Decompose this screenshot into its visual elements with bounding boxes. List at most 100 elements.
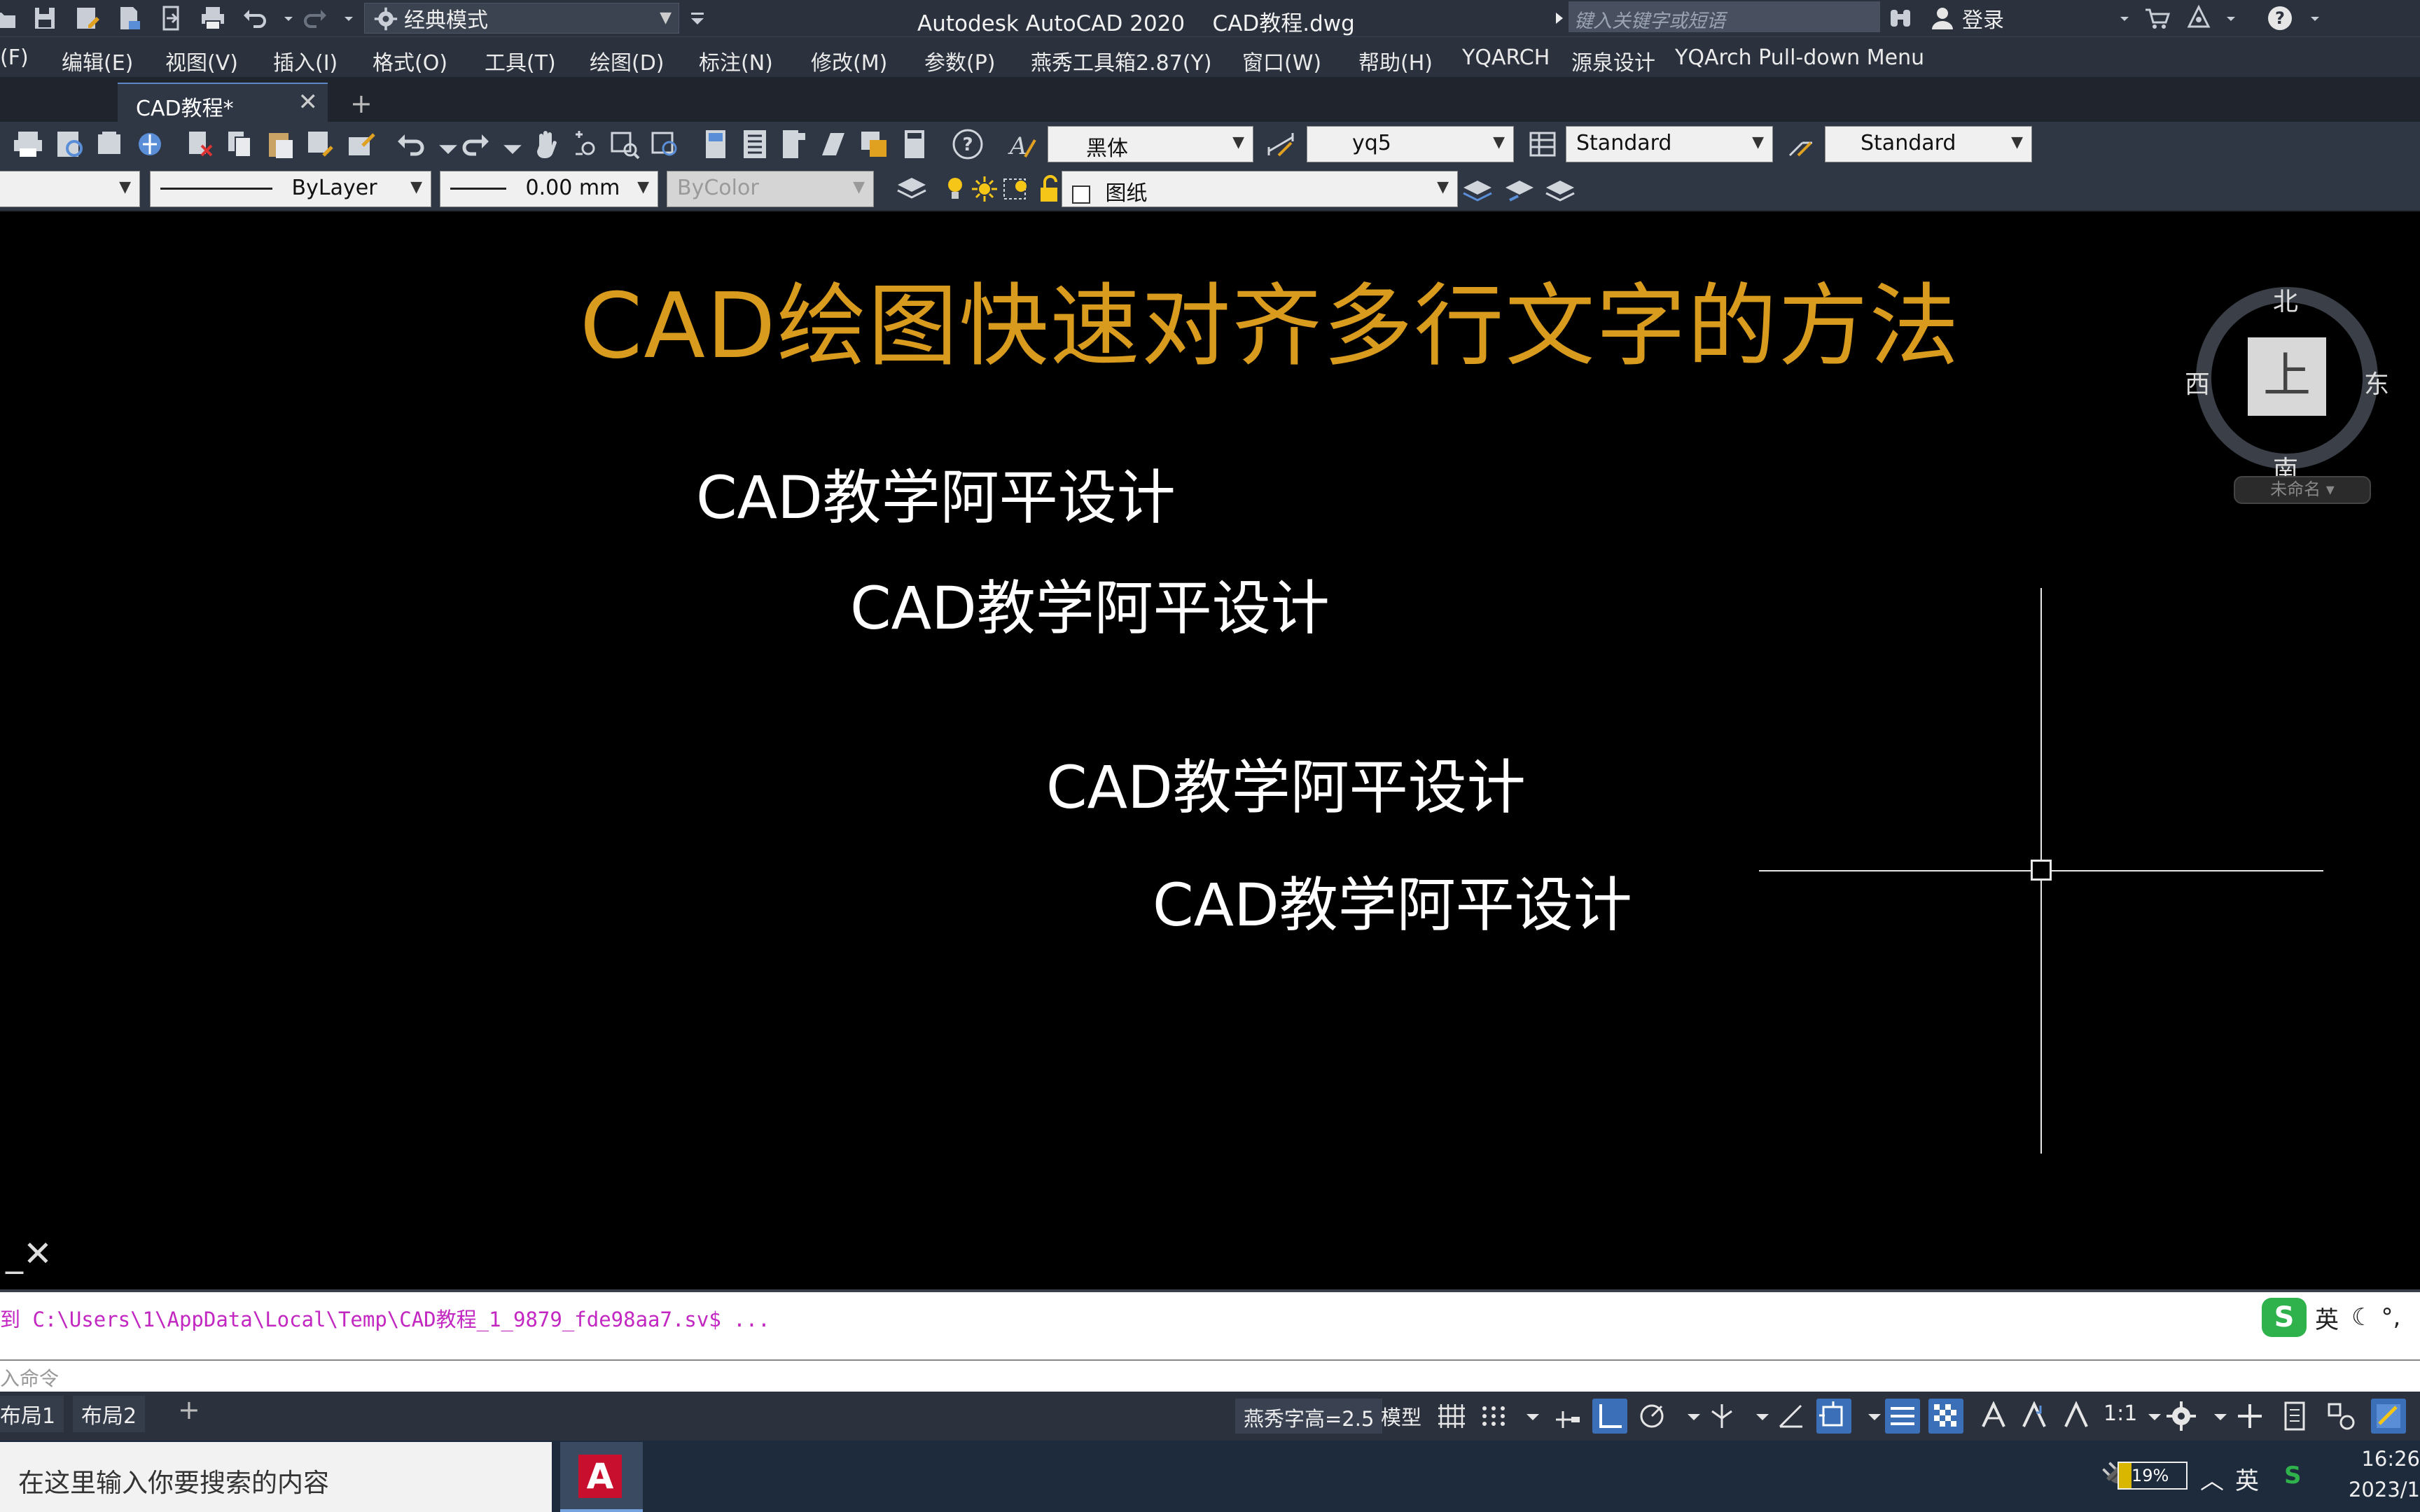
ime-toolbar[interactable]: S 英 ☾ °, [2262, 1298, 2400, 1337]
layout-tab-1[interactable]: 布局1 [0, 1396, 64, 1432]
taskbar-ime-label[interactable]: 英 [2235, 1462, 2259, 1496]
menu-yanxiu-toolbox[interactable]: 燕秀工具箱2.87(Y) [1031, 46, 1212, 76]
object-snap-dropdown-icon[interactable] [1857, 1399, 1881, 1434]
dimension-style-icon[interactable] [1265, 127, 1298, 161]
menu-yqarch-pulldown[interactable]: YQArch Pull-down Menu [1675, 46, 1924, 70]
redo-dropdown-icon[interactable] [335, 4, 353, 32]
layer-viewport-freeze-icon[interactable] [1000, 172, 1031, 206]
command-input[interactable]: 入命令 [0, 1359, 2420, 1392]
sogou-ime-icon[interactable]: S [2262, 1298, 2307, 1337]
help-icon[interactable]: ? [951, 127, 985, 161]
layer-state-icon[interactable] [1543, 172, 1577, 206]
viewcube-east[interactable]: 东 [2364, 364, 2389, 400]
new-tab-button[interactable]: + [350, 88, 373, 119]
grid-icon[interactable] [1434, 1399, 1469, 1434]
calculator-icon[interactable] [898, 127, 931, 161]
paste-icon[interactable] [263, 127, 297, 161]
plot-preview-icon[interactable] [53, 127, 87, 161]
workspace-gear-icon[interactable] [2164, 1399, 2199, 1434]
drawing-canvas[interactable]: CAD绘图快速对齐多行文字的方法 CAD教学阿平设计 CAD教学阿平设计 CAD… [0, 211, 2420, 1289]
make-object-layer-current-icon[interactable] [1461, 172, 1494, 206]
menu-tools[interactable]: 工具(T) [485, 46, 556, 76]
table-style-icon[interactable] [1527, 127, 1560, 161]
sogou-tray-icon[interactable]: S [2284, 1462, 2302, 1490]
block-editor-icon[interactable] [345, 127, 378, 161]
quick-properties-icon[interactable] [2277, 1399, 2312, 1434]
redo-icon[interactable] [458, 127, 492, 161]
menu-file[interactable]: (F) [0, 46, 29, 70]
plot-icon[interactable] [11, 127, 45, 161]
yanxiu-text-height[interactable]: 燕秀字高=2.5 [1235, 1399, 1383, 1434]
taskbar-autocad-button[interactable]: A [560, 1442, 643, 1512]
add-layout-button[interactable]: + [178, 1394, 200, 1425]
pan-hand-icon[interactable] [529, 127, 563, 161]
lineweight-display-icon[interactable] [1885, 1399, 1920, 1434]
lineweight-select[interactable]: 0.00 mm ▼ [440, 171, 658, 207]
properties-icon[interactable] [699, 127, 732, 161]
yanxiu-plugin-icon[interactable] [2371, 1399, 2406, 1434]
sheet-set-icon[interactable] [816, 127, 850, 161]
open-folder-icon[interactable] [0, 4, 18, 32]
polar-dropdown-icon[interactable] [1676, 1399, 1700, 1434]
close-icon[interactable]: ✕ [298, 88, 319, 116]
autodesk-a360-icon[interactable] [2185, 4, 2213, 32]
annotation-scale-value[interactable]: 1:1 [2103, 1401, 2137, 1426]
mtext-object[interactable]: CAD教学阿平设计 [850, 561, 1330, 646]
menu-draw[interactable]: 绘图(D) [590, 46, 665, 76]
mtext-object[interactable]: CAD教学阿平设计 [696, 451, 1176, 536]
a360-dropdown-icon[interactable] [2217, 4, 2235, 32]
color-select[interactable]: ▼ [0, 171, 140, 207]
model-space-button[interactable]: 模型 [1381, 1401, 1421, 1431]
menu-format[interactable]: 格式(O) [373, 46, 447, 76]
layer-on-icon[interactable] [938, 172, 966, 206]
drawing-title-text[interactable]: CAD绘图快速对齐多行文字的方法 [580, 253, 1961, 383]
scale-dropdown-icon[interactable] [2137, 1399, 2161, 1434]
zoom-realtime-icon[interactable] [569, 127, 602, 161]
ucs-menu-button[interactable]: 未命名 ▾ [2234, 476, 2371, 504]
cart-icon[interactable] [2143, 4, 2171, 32]
isolate-objects-icon[interactable] [2323, 1399, 2358, 1434]
windows-search-input[interactable]: 在这里输入你要搜索的内容 [0, 1442, 552, 1512]
help-dropdown-icon[interactable] [2301, 4, 2319, 32]
export-icon[interactable] [115, 4, 143, 32]
workspace-dropdown-icon[interactable] [2203, 1399, 2227, 1434]
menu-help[interactable]: 帮助(H) [1358, 46, 1433, 76]
customize-qat-icon[interactable] [683, 4, 704, 32]
snap-mode-icon[interactable] [1476, 1399, 1511, 1434]
auto-scale-icon[interactable] [2017, 1399, 2052, 1434]
layer-properties-icon[interactable] [895, 172, 929, 206]
viewcube[interactable]: 北 南 西 东 上 [2185, 246, 2395, 484]
file-tab-active[interactable]: CAD教程* ✕ [118, 83, 328, 122]
object-snap-icon[interactable] [1816, 1399, 1851, 1434]
text-style-icon[interactable]: A [1006, 127, 1039, 161]
publish-icon[interactable] [157, 4, 185, 32]
menu-parametric[interactable]: 参数(P) [924, 46, 996, 76]
text-style-select[interactable]: 黑体 ▼ [1048, 126, 1253, 162]
layout-tab-2[interactable]: 布局2 [73, 1396, 146, 1432]
menu-modify[interactable]: 修改(M) [811, 46, 887, 76]
search-input[interactable]: 键入关键字或短语 [1569, 1, 1880, 32]
ime-language-label[interactable]: 英 [2315, 1301, 2339, 1335]
undo-icon[interactable] [241, 4, 269, 32]
snap-dropdown-icon[interactable] [1515, 1399, 1539, 1434]
infer-constraints-icon[interactable] [1550, 1399, 1585, 1434]
multileader-style-select[interactable]: Standard ▼ [1825, 126, 2032, 162]
menu-edit[interactable]: 编辑(E) [62, 46, 133, 76]
publish-3d-icon[interactable] [133, 127, 167, 161]
viewcube-top-face[interactable]: 上 [2248, 337, 2326, 416]
caret-right-icon[interactable] [1545, 4, 1563, 32]
menu-yqarch[interactable]: YQARCH [1462, 46, 1550, 70]
undo-icon[interactable] [395, 127, 429, 161]
design-center-icon[interactable] [738, 127, 772, 161]
tool-palettes-icon[interactable] [777, 127, 811, 161]
redo-dropdown-icon[interactable] [496, 132, 522, 154]
workspace-select[interactable]: 经典模式 ▼ [364, 3, 679, 34]
viewcube-west[interactable]: 西 [2185, 364, 2210, 400]
battery-indicator[interactable]: 19% [2118, 1462, 2188, 1490]
save-as-icon[interactable] [73, 4, 101, 32]
annotation-monitor-icon[interactable] [2232, 1399, 2267, 1434]
redo-icon[interactable] [301, 4, 329, 32]
cut-icon[interactable] [183, 127, 217, 161]
mtext-object[interactable]: CAD教学阿平设计 [1046, 741, 1526, 825]
match-properties-icon[interactable] [304, 127, 338, 161]
